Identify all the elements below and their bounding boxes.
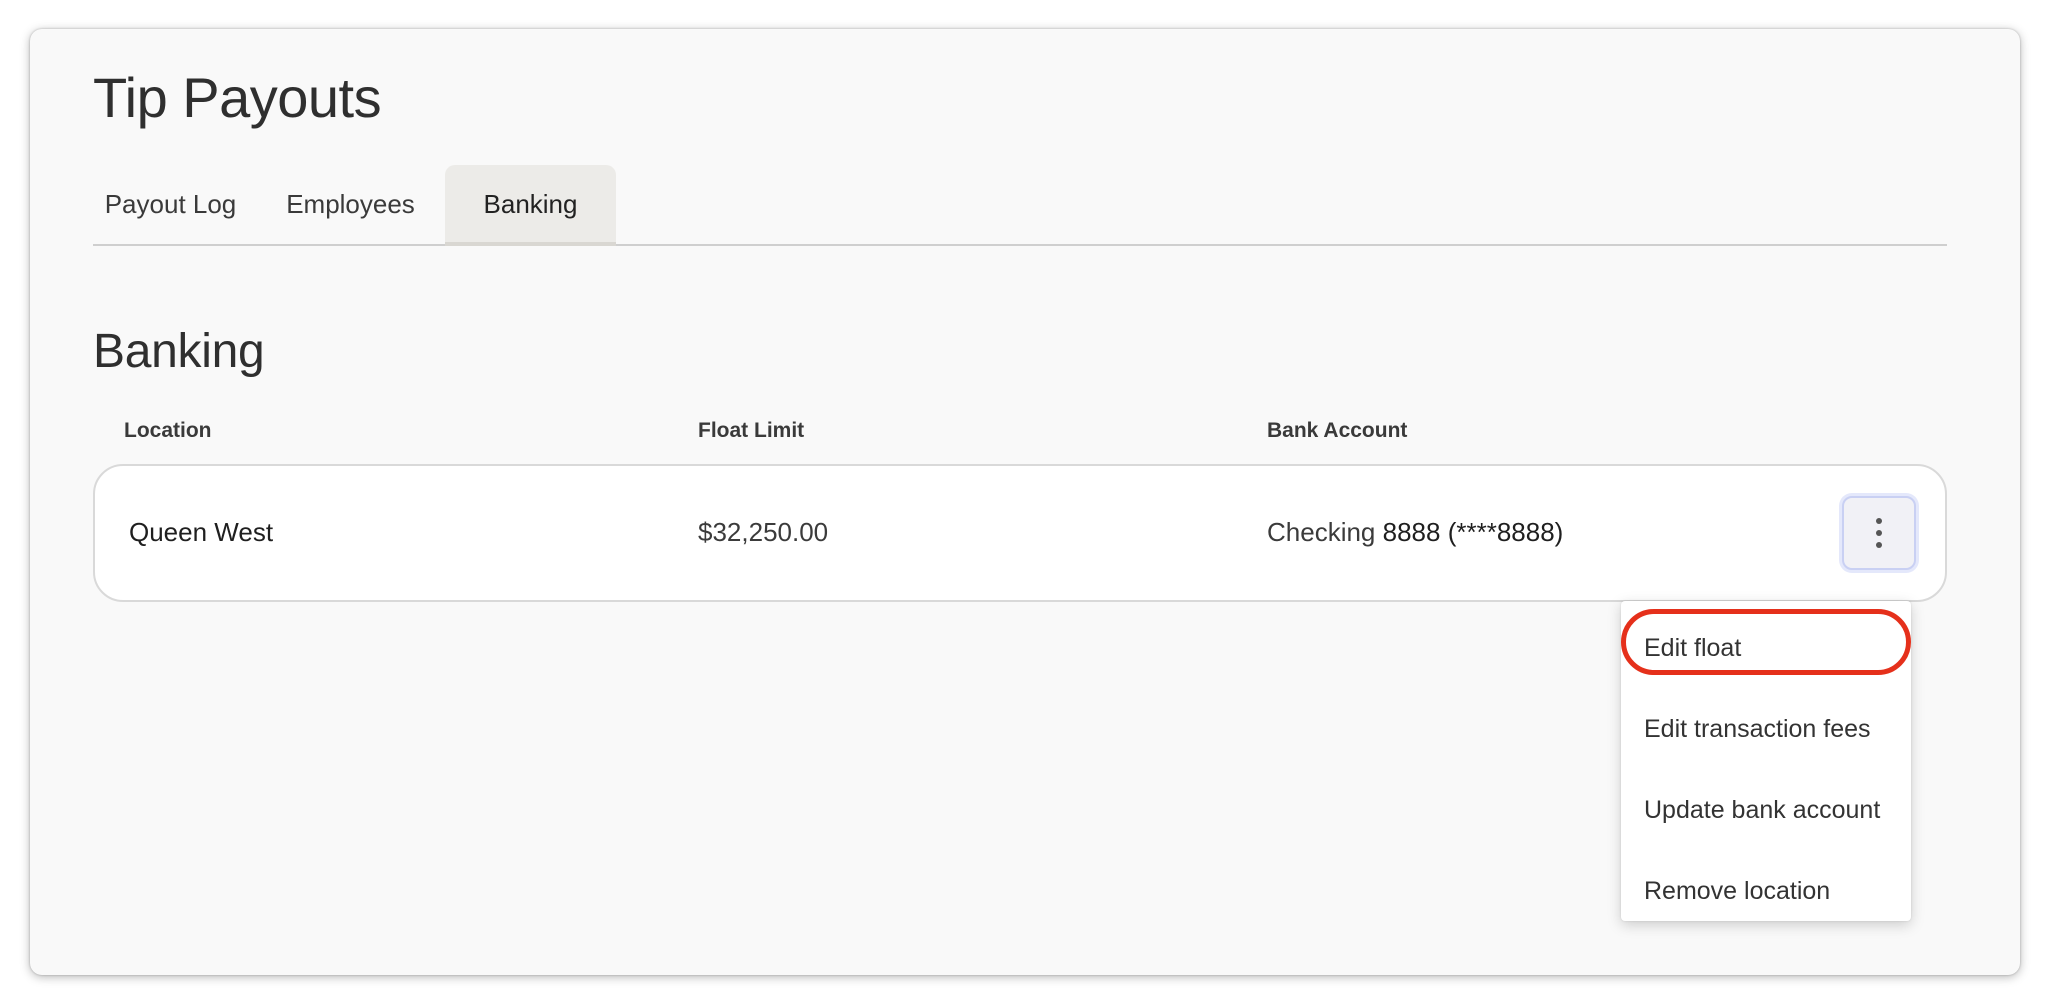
row-actions-button[interactable] <box>1842 496 1916 570</box>
bank-account-cell: Checking 8888 (****8888) <box>1267 517 1563 548</box>
tab-bar: Payout Log Employees Banking <box>93 165 1947 246</box>
row-actions-menu: Edit float Edit transaction fees Update … <box>1621 601 1911 921</box>
menu-item-edit-float[interactable]: Edit float <box>1644 634 1741 663</box>
location-cell: Queen West <box>129 517 274 547</box>
bank-account-number: 8888 (****8888) <box>1382 517 1564 547</box>
menu-item-remove-location[interactable]: Remove location <box>1644 877 1830 906</box>
table-row: Queen West $32,250.00 Checking 8888 (***… <box>93 464 1947 602</box>
tab-employees[interactable]: Employees <box>263 165 438 246</box>
kebab-dot <box>1876 542 1882 548</box>
column-header-location: Location <box>124 419 212 442</box>
kebab-dot <box>1876 530 1882 536</box>
menu-item-edit-transaction-fees[interactable]: Edit transaction fees <box>1644 715 1871 744</box>
tip-payouts-panel: Tip Payouts Payout Log Employees Banking… <box>30 29 2020 975</box>
tab-banking[interactable]: Banking <box>445 165 616 246</box>
column-header-bank-account: Bank Account <box>1267 419 1408 442</box>
menu-item-update-bank-account[interactable]: Update bank account <box>1644 796 1880 825</box>
kebab-menu-icon <box>1876 518 1882 524</box>
page-title: Tip Payouts <box>93 66 382 129</box>
float-limit-cell: $32,250.00 <box>698 517 829 547</box>
column-header-float-limit: Float Limit <box>698 419 805 442</box>
section-title: Banking <box>93 325 265 378</box>
tab-payout-log[interactable]: Payout Log <box>93 165 248 246</box>
bank-account-type: Checking <box>1267 517 1376 547</box>
